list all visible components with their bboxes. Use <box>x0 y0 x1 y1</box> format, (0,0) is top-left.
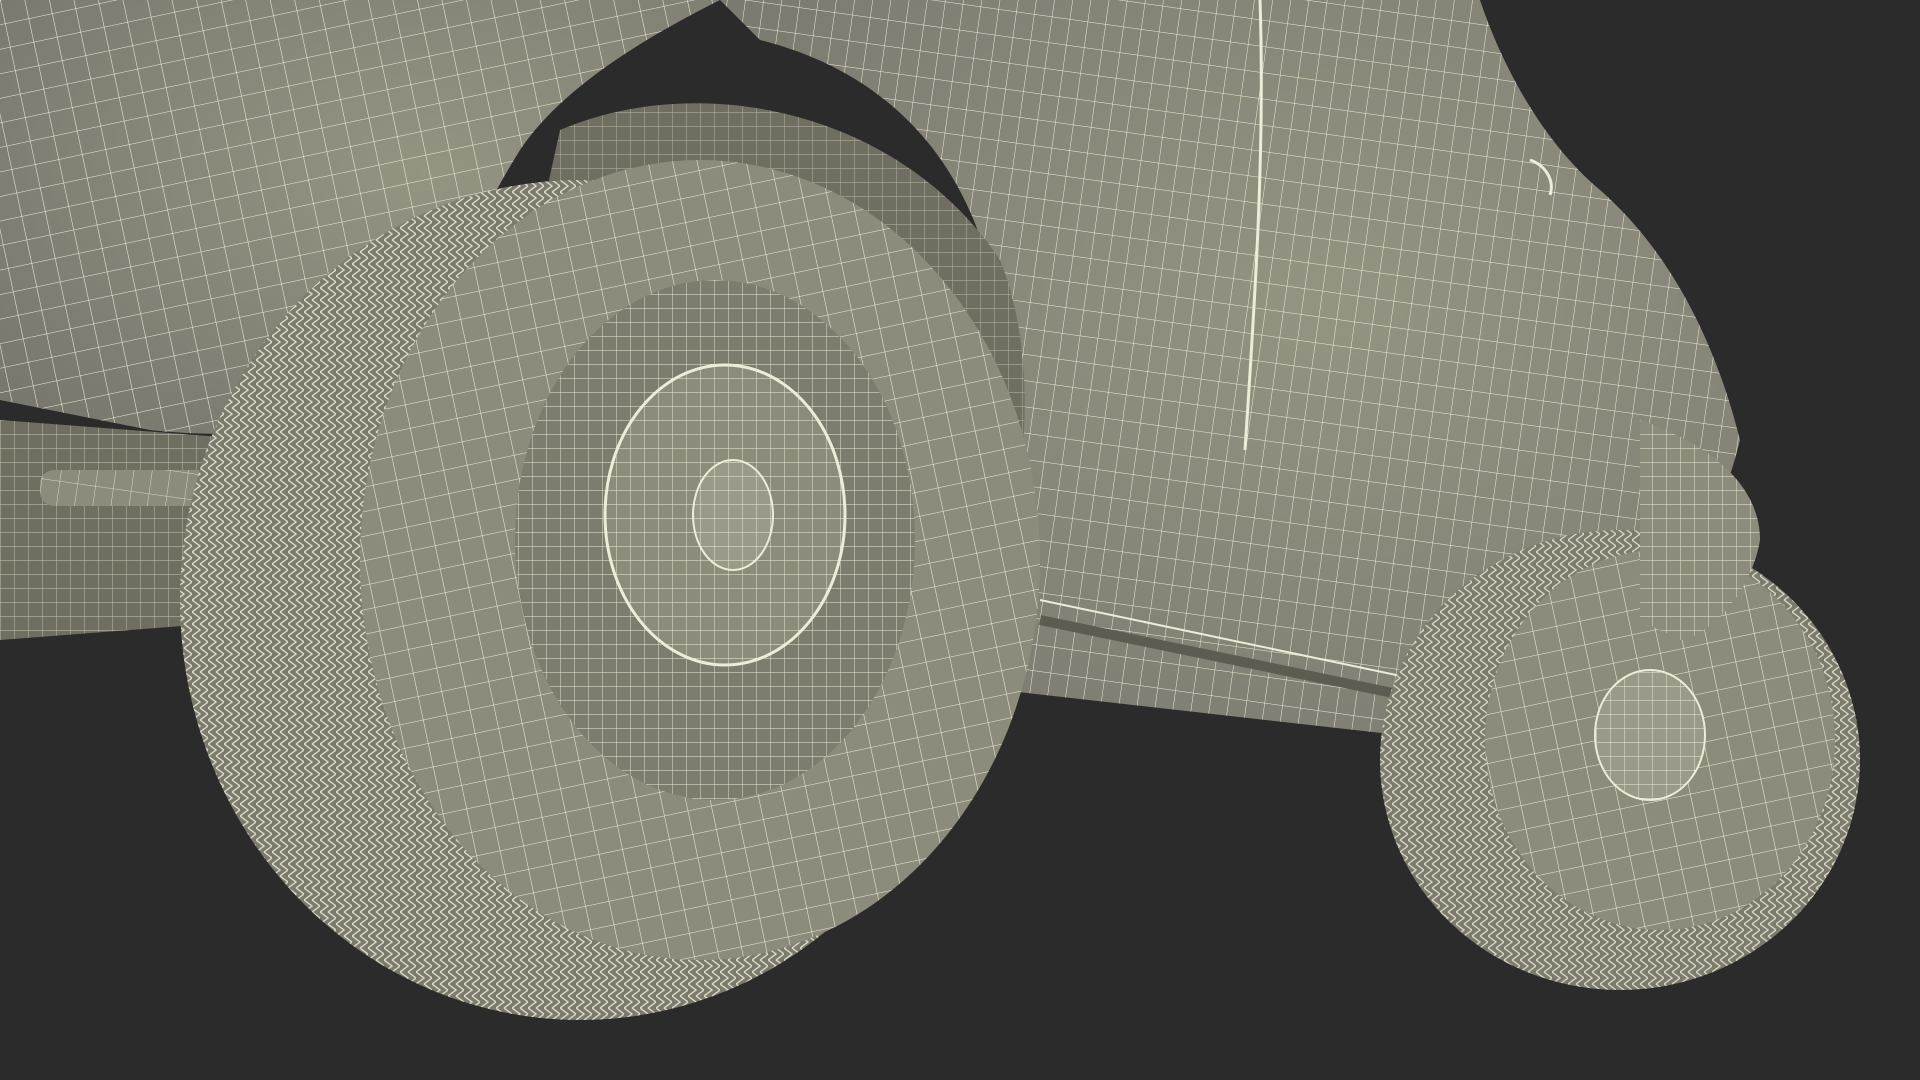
car-wireframe-render <box>0 0 1860 1020</box>
front-wheel <box>1380 530 1860 990</box>
render-viewport <box>0 0 1920 1080</box>
